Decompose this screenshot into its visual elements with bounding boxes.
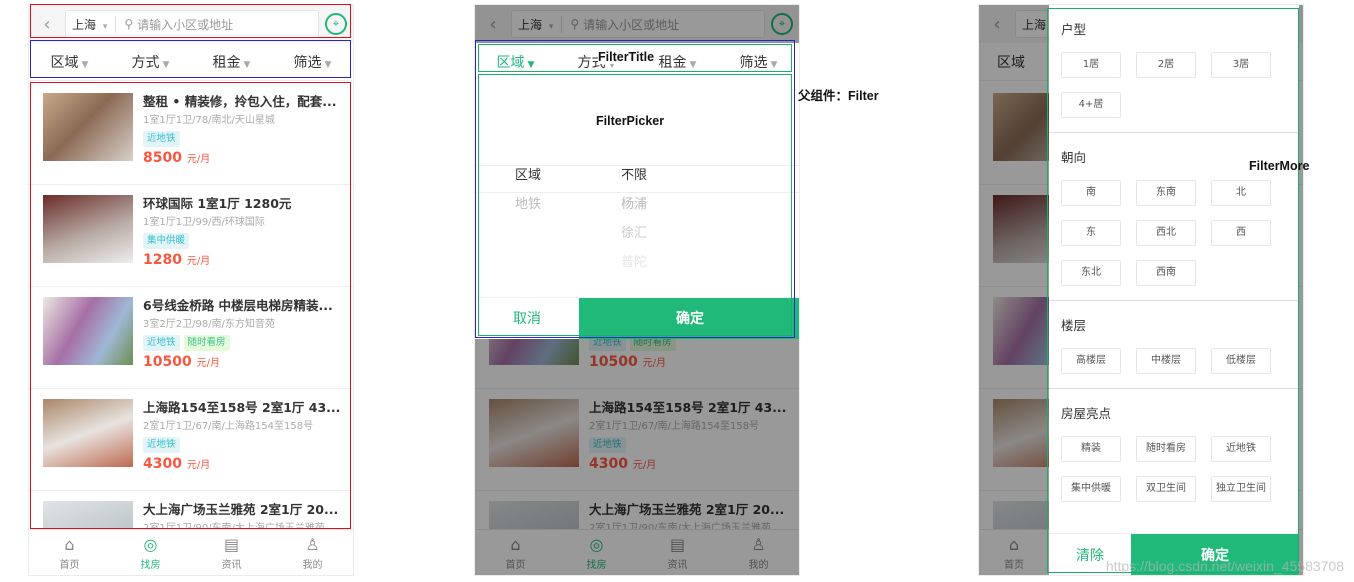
- watermark: https://blog.csdn.net/weixin_45583708: [1105, 558, 1344, 574]
- tab-label: 找房: [140, 560, 161, 571]
- label-filter-title: FilterTitle: [598, 50, 655, 64]
- annotation-box-filter-more: [1047, 8, 1299, 573]
- news-icon: ▤: [223, 535, 240, 554]
- label-parent-filter: 父组件：Filter: [798, 89, 879, 103]
- user-icon: ♙: [305, 535, 320, 554]
- label-filter-picker: FilterPicker: [596, 114, 665, 128]
- tab-bar: ⌂ 首页 ◎ 找房 ▤ 资讯 ♙ 我的: [29, 529, 353, 575]
- tab-label: 资讯: [221, 560, 242, 571]
- tab-label: 首页: [59, 560, 80, 571]
- tab-home[interactable]: ⌂ 首页: [29, 530, 110, 575]
- annotation-box-search: [30, 4, 351, 38]
- home-icon: ⌂: [64, 535, 75, 554]
- tab-profile[interactable]: ♙ 我的: [272, 530, 353, 575]
- annotation-box-list: [30, 82, 351, 529]
- tab-label: 我的: [302, 560, 323, 571]
- search-house-icon: ◎: [143, 535, 158, 554]
- annotation-box-filter-title: [30, 40, 351, 78]
- tab-news[interactable]: ▤ 资讯: [191, 530, 272, 575]
- label-filter-more: FilterMore: [1249, 159, 1310, 173]
- tab-find-house[interactable]: ◎ 找房: [110, 530, 191, 575]
